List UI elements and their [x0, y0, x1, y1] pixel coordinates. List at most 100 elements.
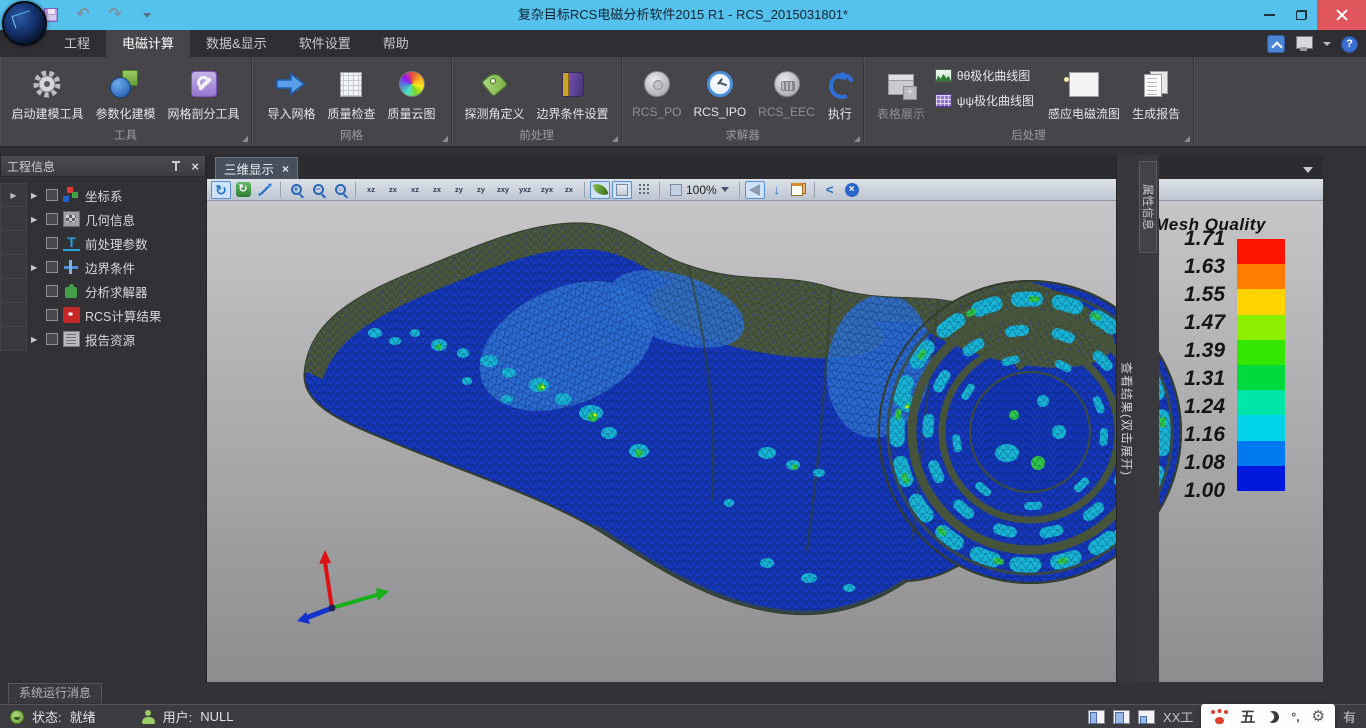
- checkbox[interactable]: [46, 309, 58, 321]
- import-mesh-button[interactable]: 导入网格: [261, 61, 321, 124]
- view-back-button[interactable]: zx: [383, 181, 403, 199]
- window-layers-button[interactable]: [789, 181, 809, 199]
- collapse-ribbon-button[interactable]: [1267, 35, 1285, 53]
- zoom-extents-icon: ▫: [335, 184, 346, 195]
- tab-help[interactable]: 帮助: [367, 30, 425, 57]
- expand-icon[interactable]: ▶: [31, 191, 41, 200]
- view-right-button[interactable]: zx: [427, 181, 447, 199]
- checkbox[interactable]: [46, 285, 58, 297]
- zoom-level-selector[interactable]: 100%: [665, 181, 734, 199]
- execute-button[interactable]: 执行: [821, 61, 859, 124]
- pan-view-button[interactable]: [255, 181, 275, 199]
- tab-data-display[interactable]: 数据&显示: [190, 30, 283, 57]
- layout-bottom-panel-icon[interactable]: [1138, 710, 1155, 724]
- solver-rcs-ipo-button[interactable]: RCS_IPO: [687, 61, 752, 121]
- generate-report-button[interactable]: 生成报告: [1126, 61, 1186, 124]
- undo-button[interactable]: ↶: [72, 4, 94, 26]
- ime-halfwidth-moon-icon[interactable]: [1266, 709, 1281, 724]
- checkbox[interactable]: [46, 189, 58, 201]
- points-view-button[interactable]: [634, 181, 654, 199]
- rotate-view-button[interactable]: ↻: [211, 181, 231, 199]
- group-dialog-launcher-icon[interactable]: [612, 136, 618, 142]
- view-iso-2-button[interactable]: yxz: [515, 181, 535, 199]
- group-dialog-launcher-icon[interactable]: [242, 136, 248, 142]
- table-display-button[interactable]: 表格展示: [871, 61, 931, 124]
- tab-project[interactable]: 工程: [48, 30, 106, 57]
- redo-button[interactable]: ↷: [104, 4, 126, 26]
- expand-icon[interactable]: ▶: [31, 263, 41, 272]
- minimize-button[interactable]: [1253, 0, 1285, 30]
- close-button[interactable]: [1317, 0, 1366, 30]
- checkbox[interactable]: [46, 261, 58, 273]
- launch-modeling-tool-button[interactable]: 启动建模工具: [5, 61, 89, 124]
- view-iso-3-button[interactable]: zyx: [537, 181, 557, 199]
- induced-current-map-button[interactable]: 感应电磁流图: [1042, 61, 1126, 124]
- layout-left-panel-icon[interactable]: [1088, 710, 1105, 724]
- zoom-extents-button[interactable]: ▫: [330, 181, 350, 199]
- theta-polarization-curve-button[interactable]: θθ极化曲线图: [935, 67, 1034, 84]
- ime-logo-paw-icon[interactable]: [1211, 709, 1228, 724]
- checkbox[interactable]: [46, 237, 58, 249]
- wrench-icon: [191, 71, 217, 97]
- system-messages-tab[interactable]: 系统运行消息: [8, 683, 102, 703]
- pin-icon[interactable]: [171, 160, 181, 172]
- expand-icon[interactable]: ▶: [31, 335, 41, 344]
- ime-punctuation-mode[interactable]: °,: [1291, 710, 1299, 724]
- ime-wubi-mode[interactable]: 五: [1240, 706, 1255, 727]
- view-bottom-button[interactable]: zy: [471, 181, 491, 199]
- tab-3d-display[interactable]: 三维显示 ×: [215, 157, 298, 179]
- clear-view-button[interactable]: ×: [842, 181, 862, 199]
- ime-toolbar[interactable]: 五 °, ⚙: [1201, 704, 1335, 728]
- help-button[interactable]: ?: [1341, 36, 1358, 53]
- view-top-button[interactable]: zy: [449, 181, 469, 199]
- solver-rcs-eec-button[interactable]: RCS_EEC: [752, 61, 821, 121]
- drop-view-button[interactable]: ↓: [767, 181, 787, 199]
- tree-item-rcs-results[interactable]: RCS计算结果: [27, 303, 206, 327]
- panel-close-icon[interactable]: ×: [191, 159, 199, 174]
- tree-item-analysis-solver[interactable]: 分析求解器: [27, 279, 206, 303]
- view-iso-4-button[interactable]: zx: [559, 181, 579, 199]
- restore-button[interactable]: [1285, 0, 1317, 30]
- psi-polarization-curve-button[interactable]: ψψ极化曲线图: [935, 92, 1034, 109]
- view-iso-1-button[interactable]: zxy: [493, 181, 513, 199]
- group-dialog-launcher-icon[interactable]: [854, 136, 860, 142]
- select-mode-button[interactable]: [745, 181, 765, 199]
- quality-cloud-map-button[interactable]: 质量云图: [382, 61, 442, 124]
- tree-item-coordinate-system[interactable]: ▶ 坐标系: [27, 183, 206, 207]
- checkbox[interactable]: [46, 213, 58, 225]
- tree-item-boundary-conditions[interactable]: ▶ 边界条件: [27, 255, 206, 279]
- properties-sidebar-tab[interactable]: 属性信息: [1139, 161, 1157, 253]
- view-front-button[interactable]: xz: [361, 181, 381, 199]
- quick-access-menu-button[interactable]: [136, 4, 158, 26]
- tree-item-preprocess-params[interactable]: T 前处理参数: [27, 231, 206, 255]
- display-style-button[interactable]: [1295, 36, 1313, 52]
- tab-em-computation[interactable]: 电磁计算: [106, 30, 190, 57]
- boundary-condition-settings-button[interactable]: 边界条件设置: [531, 61, 615, 124]
- tab-close-icon[interactable]: ×: [282, 162, 289, 176]
- zoom-in-button[interactable]: +: [286, 181, 306, 199]
- quality-check-button[interactable]: 质量检查: [321, 61, 381, 124]
- view-left-button[interactable]: xz: [405, 181, 425, 199]
- app-logo[interactable]: [2, 1, 47, 46]
- ime-settings-gear-icon[interactable]: ⚙: [1312, 709, 1325, 724]
- expand-icon[interactable]: ▶: [31, 215, 41, 224]
- group-dialog-launcher-icon[interactable]: [1184, 136, 1190, 142]
- tree-item-report-resources[interactable]: ▶ 报告资源: [27, 327, 206, 351]
- wireframe-view-button[interactable]: [612, 181, 632, 199]
- layout-wide-panel-icon[interactable]: [1113, 710, 1130, 724]
- group-dialog-launcher-icon[interactable]: [442, 136, 448, 142]
- share-flow-button[interactable]: <: [820, 181, 840, 199]
- refresh-view-button[interactable]: ↻: [233, 181, 253, 199]
- zoom-out-button[interactable]: −: [308, 181, 328, 199]
- solver-rcs-po-button[interactable]: RCS_PO: [626, 61, 687, 121]
- tab-software-settings[interactable]: 软件设置: [283, 30, 367, 57]
- parametric-modeling-button[interactable]: 参数化建模: [89, 61, 161, 124]
- results-sidebar-tab[interactable]: 查看结果(双击展开): [1116, 155, 1137, 682]
- checkbox[interactable]: [46, 333, 58, 345]
- meshing-tool-button[interactable]: 网格剖分工具: [162, 61, 246, 124]
- tab-overflow-icon[interactable]: [1303, 167, 1313, 173]
- tree-item-geometry-info[interactable]: ▶ 几何信息: [27, 207, 206, 231]
- legend-labels: 1.71 1.63 1.55 1.47 1.39 1.31 1.24 1.16 …: [1155, 239, 1225, 491]
- probe-angle-define-button[interactable]: 探测角定义: [458, 61, 530, 124]
- shaded-view-button[interactable]: [590, 181, 610, 199]
